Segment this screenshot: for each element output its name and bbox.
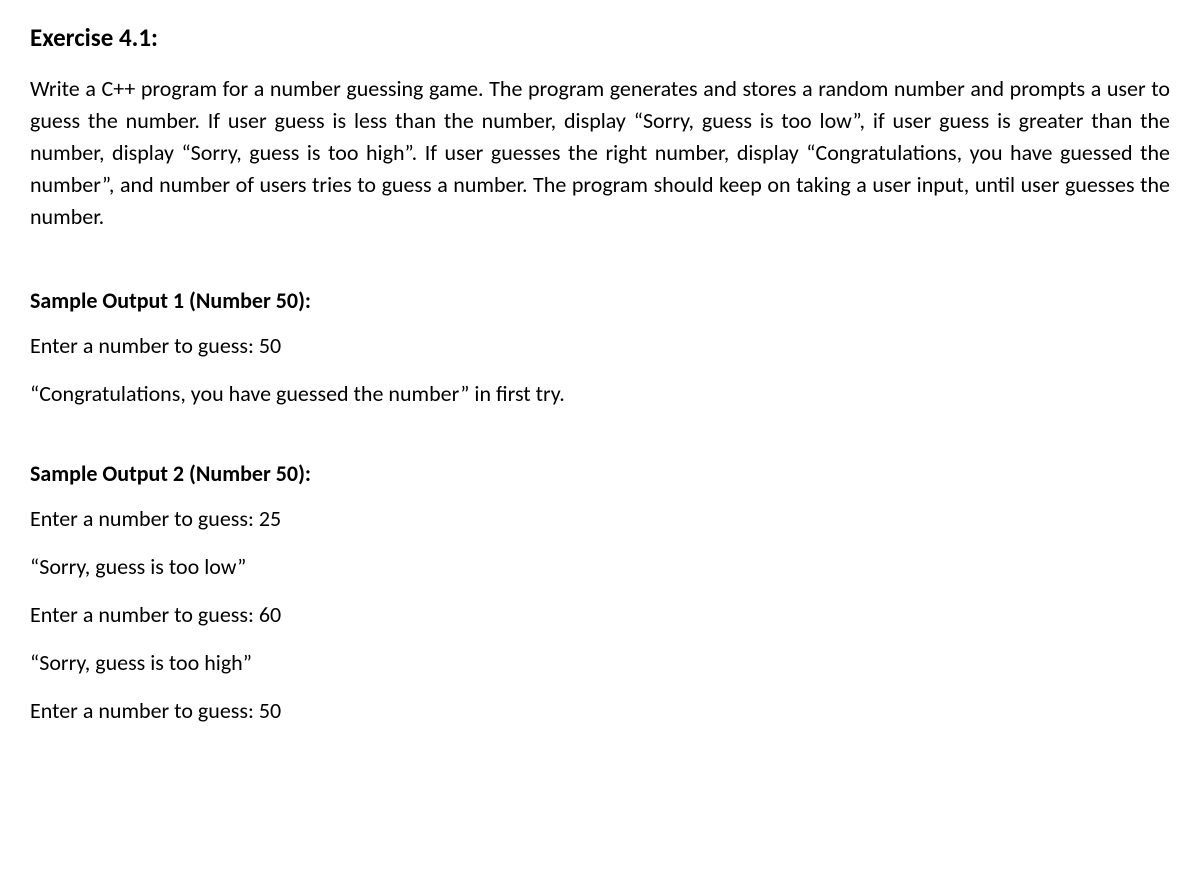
sample-output-1-heading: Sample Output 1 (Number 50):	[30, 287, 1170, 314]
sample-output-2-line: Enter a number to guess: 60	[30, 599, 1170, 631]
sample-output-2-heading: Sample Output 2 (Number 50):	[30, 460, 1170, 487]
sample-output-2-line: Enter a number to guess: 25	[30, 503, 1170, 535]
exercise-title: Exercise 4.1:	[30, 22, 1170, 53]
exercise-description: Write a C++ program for a number guessin…	[30, 73, 1170, 232]
sample-output-2-line: “Sorry, guess is too low”	[30, 551, 1170, 583]
sample-output-2-line: “Sorry, guess is too high”	[30, 647, 1170, 679]
sample-output-2-line: Enter a number to guess: 50	[30, 695, 1170, 727]
sample-output-1-line: Enter a number to guess: 50	[30, 330, 1170, 362]
sample-output-1-line: “Congratulations, you have guessed the n…	[30, 378, 1170, 410]
